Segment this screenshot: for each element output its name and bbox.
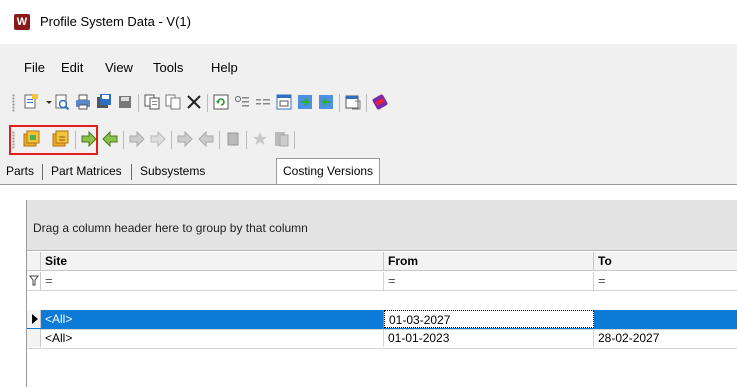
table-row[interactable]: <All> 01-03-2027 <box>27 310 737 330</box>
tab-parts[interactable]: Parts <box>0 160 40 182</box>
form-view-icon[interactable] <box>275 93 293 111</box>
forward-all-disabled-icon[interactable] <box>149 130 167 148</box>
menu-bar: File Edit View Tools Help <box>0 60 737 80</box>
list-icon[interactable] <box>254 93 272 111</box>
cell-to[interactable]: 28-02-2027 <box>594 329 737 347</box>
row-selector[interactable] <box>27 310 41 328</box>
toolbar-separator <box>219 131 220 149</box>
group-by-panel[interactable]: Drag a column header here to group by th… <box>27 200 737 251</box>
annotation-highlight-box <box>9 125 98 155</box>
menu-edit[interactable]: Edit <box>61 60 83 75</box>
row-selector[interactable] <box>27 329 41 347</box>
menu-help[interactable]: Help <box>211 60 238 75</box>
tab-separator <box>131 164 132 180</box>
print-preview-icon[interactable] <box>53 93 71 111</box>
new-dropdown-icon[interactable] <box>40 93 52 111</box>
column-header-from[interactable]: From <box>384 252 594 270</box>
properties-icon[interactable] <box>344 93 362 111</box>
help-book-icon[interactable] <box>371 93 389 111</box>
toolbar-separator <box>246 131 247 149</box>
row-selector-header <box>27 252 41 270</box>
save-all-icon[interactable] <box>95 93 113 111</box>
archive-disabled-icon[interactable] <box>272 130 290 148</box>
table-row[interactable]: <All> 01-01-2023 28-02-2027 <box>27 329 737 349</box>
refresh-icon[interactable] <box>212 93 230 111</box>
toolbar-separator <box>294 131 295 149</box>
toolbar-main <box>0 90 737 116</box>
sort-fields-icon[interactable] <box>233 93 251 111</box>
forward-disabled-icon[interactable] <box>128 130 146 148</box>
next-disabled-icon[interactable] <box>176 130 194 148</box>
filter-row: = = = <box>27 272 737 291</box>
filter-cell-from[interactable]: = <box>384 272 594 290</box>
app-icon: W <box>14 14 30 30</box>
toolbar-separator <box>138 94 139 112</box>
lock-disabled-icon[interactable] <box>224 130 242 148</box>
grid-header-row: Site From To <box>27 252 737 271</box>
print-icon[interactable] <box>74 93 92 111</box>
cell-site[interactable]: <All> <box>41 329 384 347</box>
title-bar: W Profile System Data - V(1) <box>0 0 737 44</box>
menu-view[interactable]: View <box>105 60 133 75</box>
move-left-icon[interactable] <box>101 130 119 148</box>
cell-from[interactable]: 01-01-2023 <box>384 329 594 347</box>
paste-icon[interactable] <box>164 93 182 111</box>
filter-cell-to[interactable]: = <box>594 272 737 290</box>
previous-disabled-icon[interactable] <box>197 130 215 148</box>
import-icon[interactable] <box>317 93 335 111</box>
menu-tools[interactable]: Tools <box>153 60 183 75</box>
cell-site[interactable]: <All> <box>41 310 384 328</box>
cell-to[interactable] <box>594 310 737 328</box>
window-title: Profile System Data - V(1) <box>40 14 191 29</box>
save-icon[interactable] <box>116 93 134 111</box>
tab-subsystems[interactable]: Subsystems <box>134 160 211 182</box>
export-icon[interactable] <box>296 93 314 111</box>
delete-icon[interactable] <box>185 93 203 111</box>
group-by-hint: Drag a column header here to group by th… <box>33 221 308 235</box>
filter-row-selector <box>27 272 41 290</box>
menu-file[interactable]: File <box>24 60 45 75</box>
toolbar-separator <box>339 94 340 112</box>
copy-icon[interactable] <box>143 93 161 111</box>
star-disabled-icon[interactable] <box>251 130 269 148</box>
toolbar-separator <box>207 94 208 112</box>
toolbar-separator <box>123 131 124 149</box>
column-header-to[interactable]: To <box>594 252 737 270</box>
tab-separator <box>42 164 43 180</box>
new-icon[interactable] <box>22 93 40 111</box>
toolbar-separator <box>171 131 172 149</box>
cell-from[interactable]: 01-03-2027 <box>384 310 594 328</box>
toolbar-secondary <box>0 127 737 153</box>
filter-cell-site[interactable]: = <box>41 272 384 290</box>
tab-part-matrices[interactable]: Part Matrices <box>45 160 128 182</box>
toolbar-grip[interactable] <box>12 94 15 112</box>
column-header-site[interactable]: Site <box>41 252 384 270</box>
current-row-arrow-icon <box>32 314 38 324</box>
tab-strip: Parts Part Matrices Subsystems Costing V… <box>0 158 737 184</box>
toolbar-separator <box>366 94 367 112</box>
filter-icon <box>29 275 39 286</box>
costing-versions-grid: Drag a column header here to group by th… <box>26 200 737 387</box>
tab-costing-versions[interactable]: Costing Versions <box>276 158 381 184</box>
